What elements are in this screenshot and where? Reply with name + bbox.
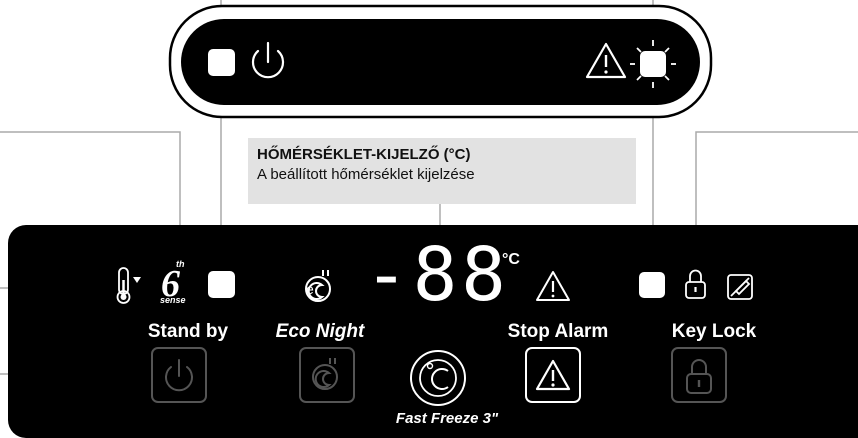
key-lock-button[interactable] [671,347,727,403]
sixth-sense-subscript: sense [160,295,186,305]
fast-freeze-button[interactable] [410,350,466,406]
svg-text:e: e [306,281,314,297]
callout-description: A beállított hőmérséklet kijelzése [257,166,475,183]
key-lock-led [639,272,665,298]
stand-by-label: Stand by [148,321,229,342]
control-panel-diagram: 6 th sense Stand by e Eco Night -88 °C S… [0,0,858,438]
callout-title: HŐMÉRSÉKLET-KIJELZŐ (°C) [257,146,471,163]
top-display [168,4,713,119]
stand-by-button[interactable] [151,347,207,403]
key-lock-label: Key Lock [672,321,757,342]
temperature-unit: °C [502,251,520,268]
temperature-display: -88 [364,232,510,318]
standby-led-panel [208,271,235,298]
stop-alarm-label: Stop Alarm [508,321,609,342]
stop-alarm-button[interactable] [525,347,581,403]
fast-freeze-label: Fast Freeze 3" [396,410,499,427]
sixth-sense-superscript: th [176,259,185,269]
eco-night-label: Eco Night [276,321,365,342]
standby-led [208,49,235,76]
eco-night-button[interactable] [299,347,355,403]
temperature-display-callout: HŐMÉRSÉKLET-KIJELZŐ (°C) A beállított hő… [248,138,636,204]
